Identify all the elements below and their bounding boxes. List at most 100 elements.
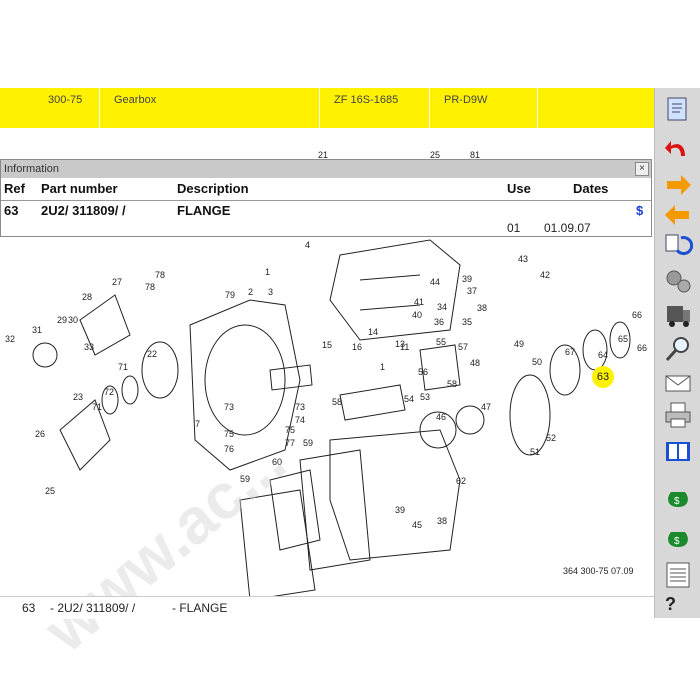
svg-text:71: 71 xyxy=(92,402,102,412)
svg-text:40: 40 xyxy=(412,310,422,320)
row-date: 01.09.07 xyxy=(544,221,591,235)
svg-text:66: 66 xyxy=(632,310,642,320)
col-dates: Dates xyxy=(573,181,609,196)
svg-text:34: 34 xyxy=(437,302,447,312)
svg-text:77: 77 xyxy=(285,438,295,448)
svg-text:74: 74 xyxy=(295,415,305,425)
svg-text:51: 51 xyxy=(530,447,540,457)
svg-text:25: 25 xyxy=(45,486,55,496)
svg-text:75: 75 xyxy=(224,429,234,439)
svg-text:55: 55 xyxy=(436,337,446,347)
svg-text:27: 27 xyxy=(112,277,122,287)
svg-text:43: 43 xyxy=(518,254,528,264)
toolbar-sidebar: $ $ xyxy=(654,88,700,618)
col-part-number: Part number xyxy=(41,181,118,196)
truck-icon[interactable] xyxy=(663,300,693,330)
row-description: FLANGE xyxy=(177,203,231,218)
undo-arrow-icon[interactable] xyxy=(663,134,693,164)
svg-text:65: 65 xyxy=(618,334,628,344)
help-button[interactable]: ? xyxy=(665,594,676,615)
header-bar: 300-75 Gearbox ZF 16S-1685 PR-D9W xyxy=(0,88,654,128)
row-ref: 63 xyxy=(4,203,19,218)
svg-text:78: 78 xyxy=(155,270,165,280)
table-row-details: 01 01.09.07 xyxy=(1,219,651,237)
svg-text:38: 38 xyxy=(477,303,487,313)
svg-text:49: 49 xyxy=(514,339,524,349)
svg-text:7: 7 xyxy=(195,419,200,429)
status-part-number: - 2U2/ 311809/ / xyxy=(50,601,136,615)
svg-text:64: 64 xyxy=(598,350,608,360)
money-bag-icon[interactable]: $ xyxy=(663,480,693,510)
svg-text:52: 52 xyxy=(546,433,556,443)
svg-text:72: 72 xyxy=(104,387,114,397)
svg-text:71: 71 xyxy=(118,362,128,372)
back-arrow-icon[interactable] xyxy=(663,200,693,230)
svg-text:48: 48 xyxy=(470,358,480,368)
svg-text:38: 38 xyxy=(437,516,447,526)
svg-text:58: 58 xyxy=(447,379,457,389)
svg-text:1: 1 xyxy=(265,267,270,277)
svg-text:4: 4 xyxy=(305,240,310,250)
svg-text:73: 73 xyxy=(295,402,305,412)
svg-text:53: 53 xyxy=(420,392,430,402)
svg-text:35: 35 xyxy=(462,317,472,327)
col-use: Use xyxy=(507,181,531,196)
svg-text:41: 41 xyxy=(414,297,424,307)
svg-text:2: 2 xyxy=(248,287,253,297)
svg-text:57: 57 xyxy=(458,342,468,352)
svg-text:30: 30 xyxy=(68,315,78,325)
svg-text:56: 56 xyxy=(418,367,428,377)
book-icon[interactable] xyxy=(663,436,693,466)
svg-text:78: 78 xyxy=(145,282,155,292)
printer-icon[interactable] xyxy=(663,400,693,430)
housing-rear xyxy=(329,429,461,561)
header-group: Gearbox xyxy=(100,88,320,128)
col-ref: Ref xyxy=(4,181,25,196)
svg-text:75: 75 xyxy=(285,425,295,435)
price-icon[interactable]: $ xyxy=(636,203,643,218)
svg-text:54: 54 xyxy=(404,394,414,404)
svg-text:28: 28 xyxy=(82,292,92,302)
refresh-icon[interactable] xyxy=(663,230,693,260)
svg-text:39: 39 xyxy=(395,505,405,515)
svg-text:32: 32 xyxy=(5,334,15,344)
svg-text:62: 62 xyxy=(456,476,466,486)
row-use: 01 xyxy=(507,221,521,235)
info-table-header: Ref Part number Description Use Dates xyxy=(1,178,651,201)
gears-icon[interactable] xyxy=(663,266,693,296)
svg-text:29: 29 xyxy=(57,315,67,325)
money-bag-plus-icon[interactable]: $ xyxy=(663,520,693,550)
svg-text:23: 23 xyxy=(73,392,83,402)
header-model: 300-75 xyxy=(0,88,100,128)
notepad-icon[interactable] xyxy=(663,94,693,124)
list-icon[interactable] xyxy=(663,560,693,590)
mail-icon[interactable] xyxy=(663,368,693,398)
close-icon[interactable]: × xyxy=(635,162,649,176)
svg-text:79: 79 xyxy=(225,290,235,300)
table-row[interactable]: 63 2U2/ 311809/ / FLANGE $ xyxy=(1,201,651,219)
svg-text:16: 16 xyxy=(352,342,362,352)
svg-text:42: 42 xyxy=(540,270,550,280)
svg-text:15: 15 xyxy=(322,340,332,350)
svg-text:66: 66 xyxy=(637,343,647,353)
status-bar: 63 - 2U2/ 311809/ / - FLANGE xyxy=(0,596,654,619)
information-panel: Information × Ref Part number Descriptio… xyxy=(0,159,652,237)
svg-text:67: 67 xyxy=(565,347,575,357)
svg-text:36: 36 xyxy=(434,317,444,327)
svg-text:50: 50 xyxy=(532,357,542,367)
callout-selected-63[interactable]: 63 xyxy=(592,366,614,388)
svg-text:59: 59 xyxy=(303,438,313,448)
svg-text:33: 33 xyxy=(84,342,94,352)
svg-text:26: 26 xyxy=(35,429,45,439)
header-variant: PR-D9W xyxy=(430,88,538,128)
svg-text:44: 44 xyxy=(430,277,440,287)
svg-text:$: $ xyxy=(674,496,680,507)
svg-text:73: 73 xyxy=(224,402,234,412)
svg-text:3: 3 xyxy=(268,287,273,297)
forward-arrow-icon[interactable] xyxy=(663,170,693,200)
svg-text:46: 46 xyxy=(436,412,446,422)
header-blank xyxy=(538,88,654,128)
svg-text:47: 47 xyxy=(481,402,491,412)
svg-text:58: 58 xyxy=(332,397,342,407)
magnifier-icon[interactable] xyxy=(663,334,693,364)
